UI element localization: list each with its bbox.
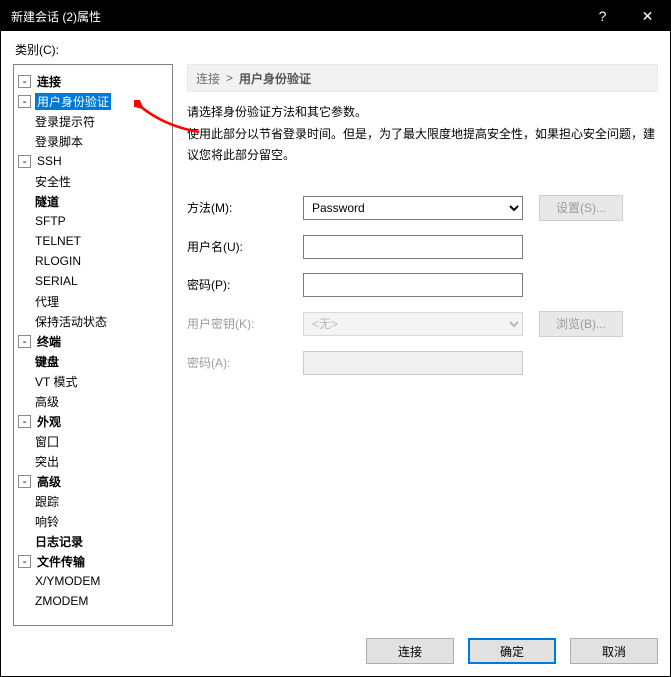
tree-sftp[interactable]: SFTP bbox=[33, 214, 68, 228]
footer: 连接 确定 取消 bbox=[13, 626, 658, 664]
method-label: 方法(M): bbox=[187, 199, 287, 216]
cancel-button[interactable]: 取消 bbox=[570, 638, 658, 664]
breadcrumb-root[interactable]: 连接 bbox=[196, 70, 220, 87]
help-button[interactable]: ? bbox=[580, 1, 625, 31]
expander-icon[interactable]: - bbox=[18, 555, 31, 568]
tree-window[interactable]: 窗囗 bbox=[33, 433, 61, 450]
tree-tunnel[interactable]: 隧道 bbox=[33, 193, 61, 210]
tree-security[interactable]: 安全性 bbox=[33, 173, 73, 190]
tree-advanced[interactable]: 高级 bbox=[35, 473, 63, 490]
tree-login-prompt[interactable]: 登录提示符 bbox=[33, 113, 97, 130]
tree-ssh[interactable]: SSH bbox=[35, 154, 64, 168]
auth-form: 方法(M): Password 设置(S)... 用户名(U): 密码(P): … bbox=[187, 195, 658, 375]
breadcrumb: 连接 > 用户身份验证 bbox=[187, 64, 658, 92]
ok-button[interactable]: 确定 bbox=[468, 638, 556, 664]
browse-button: 浏览(B)... bbox=[539, 311, 623, 337]
close-button[interactable]: ✕ bbox=[625, 1, 670, 31]
tree-transfer[interactable]: 文件传输 bbox=[35, 553, 87, 570]
passphrase-label: 密码(A): bbox=[187, 354, 287, 371]
userkey-select: <无> bbox=[303, 312, 523, 336]
tree-terminal[interactable]: 终端 bbox=[35, 333, 63, 350]
dialog-body: 类别(C): -连接 -用户身份验证 .登录提示符 bbox=[1, 31, 670, 676]
tree-appearance[interactable]: 外观 bbox=[35, 413, 63, 430]
dialog-window: 新建会话 (2)属性 ? ✕ 类别(C): -连接 -用户身份验证 .登录提示符 bbox=[0, 0, 671, 677]
tree-connection[interactable]: 连接 bbox=[35, 73, 63, 90]
settings-button: 设置(S)... bbox=[539, 195, 623, 221]
chevron-right-icon: > bbox=[226, 71, 233, 85]
titlebar: 新建会话 (2)属性 ? ✕ bbox=[1, 1, 670, 31]
description: 请选择身份验证方法和其它参数。 使用此部分以节省登录时间。但是，为了最大限度地提… bbox=[187, 102, 658, 167]
password-label: 密码(P): bbox=[187, 276, 287, 293]
window-title: 新建会话 (2)属性 bbox=[11, 8, 580, 25]
passphrase-input bbox=[303, 351, 523, 375]
userkey-label: 用户密钥(K): bbox=[187, 315, 287, 332]
expander-icon[interactable]: - bbox=[18, 475, 31, 488]
tree-zm[interactable]: ZMODEM bbox=[33, 594, 90, 608]
password-input[interactable] bbox=[303, 273, 523, 297]
tree-keepalive[interactable]: 保持活动状态 bbox=[33, 313, 109, 330]
method-select[interactable]: Password bbox=[303, 196, 523, 220]
breadcrumb-current: 用户身份验证 bbox=[239, 70, 311, 87]
tree-rlogin[interactable]: RLOGIN bbox=[33, 254, 83, 268]
category-tree[interactable]: -连接 -用户身份验证 .登录提示符 .登录脚本 -SSH bbox=[13, 64, 173, 626]
category-label: 类别(C): bbox=[15, 41, 658, 58]
tree-highlight[interactable]: 突出 bbox=[33, 453, 61, 470]
tree-keyboard[interactable]: 键盘 bbox=[33, 353, 61, 370]
tree-serial[interactable]: SERIAL bbox=[33, 274, 80, 288]
desc-line-2: 使用此部分以节省登录时间。但是，为了最大限度地提高安全性，如果担心安全问题，建议… bbox=[187, 124, 658, 167]
tree-login-script[interactable]: 登录脚本 bbox=[33, 133, 85, 150]
expander-icon[interactable]: - bbox=[18, 155, 31, 168]
tree-auth[interactable]: 用户身份验证 bbox=[35, 93, 111, 110]
tree-xym[interactable]: X/YMODEM bbox=[33, 574, 102, 588]
right-panel: 连接 > 用户身份验证 请选择身份验证方法和其它参数。 使用此部分以节省登录时间… bbox=[187, 64, 658, 626]
tree-telnet[interactable]: TELNET bbox=[33, 234, 83, 248]
tree-bell[interactable]: 响铃 bbox=[33, 513, 61, 530]
columns: -连接 -用户身份验证 .登录提示符 .登录脚本 -SSH bbox=[13, 64, 658, 626]
connect-button[interactable]: 连接 bbox=[366, 638, 454, 664]
tree-vt[interactable]: VT 模式 bbox=[33, 373, 79, 390]
tree-logging[interactable]: 日志记录 bbox=[33, 533, 85, 550]
tree-t-adv[interactable]: 高级 bbox=[33, 393, 61, 410]
tree-trace[interactable]: 跟踪 bbox=[33, 493, 61, 510]
expander-icon[interactable]: - bbox=[18, 95, 31, 108]
username-label: 用户名(U): bbox=[187, 238, 287, 255]
desc-line-1: 请选择身份验证方法和其它参数。 bbox=[187, 102, 658, 124]
expander-icon[interactable]: - bbox=[18, 335, 31, 348]
username-input[interactable] bbox=[303, 235, 523, 259]
expander-icon[interactable]: - bbox=[18, 75, 31, 88]
tree-proxy[interactable]: 代理 bbox=[33, 293, 61, 310]
expander-icon[interactable]: - bbox=[18, 415, 31, 428]
